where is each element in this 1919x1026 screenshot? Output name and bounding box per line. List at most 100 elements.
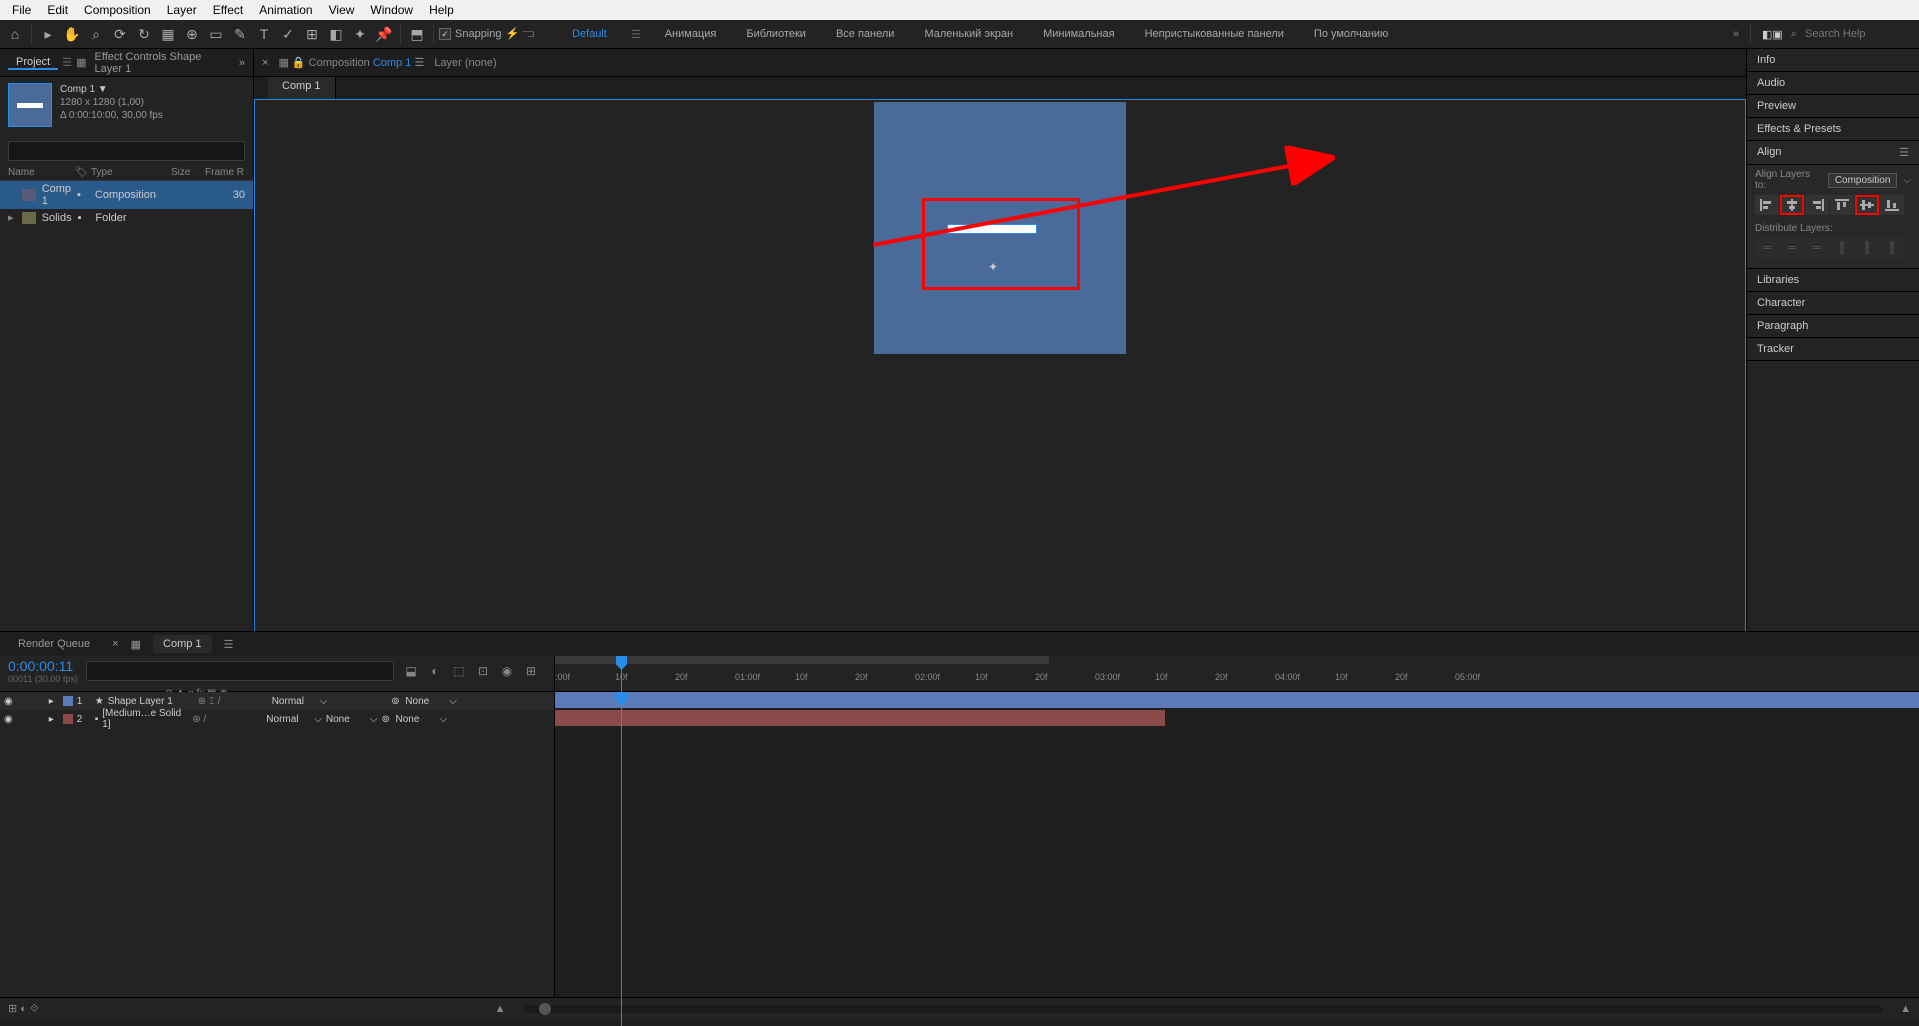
workspace-minimal[interactable]: Минимальная <box>1037 28 1121 41</box>
draft-3d-icon[interactable]: ◐ <box>426 662 444 680</box>
brush-tool-icon[interactable]: ✓ <box>277 23 299 45</box>
shy-icon[interactable]: ⬚ <box>450 662 468 680</box>
menu-edit[interactable]: Edit <box>39 3 76 17</box>
align-right-button[interactable] <box>1805 195 1829 215</box>
menu-help[interactable]: Help <box>421 3 462 17</box>
layer-row-1[interactable]: ◉ ▸ 1 ★ Shape Layer 1 ⊛ ⌶ / Normal⌵ ⊚ No… <box>0 692 554 710</box>
roto-tool-icon[interactable]: ✦ <box>349 23 371 45</box>
workspace-small-screen[interactable]: Маленький экран <box>918 28 1019 41</box>
panel-audio[interactable]: Audio <box>1747 72 1919 95</box>
flowchart-icon[interactable]: ▦ <box>278 57 291 69</box>
graph-editor-icon[interactable]: ⊞ <box>522 662 540 680</box>
menu-animation[interactable]: Animation <box>251 3 320 17</box>
clone-tool-icon[interactable]: ⊞ <box>301 23 323 45</box>
shape-layer-rect[interactable] <box>947 224 1037 234</box>
workspace-libraries[interactable]: Библиотеки <box>740 28 812 41</box>
eraser-tool-icon[interactable]: ◧ <box>325 23 347 45</box>
layer-row-2[interactable]: ◉ ▸ 2 ▪ [Medium…e Solid 1] ⊛ / Normal⌵ N… <box>0 710 554 728</box>
layer-color-icon[interactable] <box>63 714 73 724</box>
menu-effect[interactable]: Effect <box>205 3 251 17</box>
workspace-overflow-icon[interactable]: » <box>1733 28 1739 40</box>
timeline-tracks-area[interactable] <box>555 692 1919 997</box>
project-search-input[interactable] <box>8 141 245 161</box>
comp-mini-flowchart-icon[interactable]: ⬓ <box>402 662 420 680</box>
camera-tool-icon[interactable]: ▦ <box>157 23 179 45</box>
tab-close-icon[interactable]: × <box>112 638 118 650</box>
workspace-all-panels[interactable]: Все панели <box>830 28 900 41</box>
visibility-toggle-icon[interactable]: ◉ <box>4 696 13 707</box>
layer-panel-label[interactable]: Layer (none) <box>434 57 496 69</box>
motion-blur-icon[interactable]: ◉ <box>498 662 516 680</box>
col-frame-header[interactable]: Frame R <box>205 167 245 178</box>
asset-solids[interactable]: ▸ Solids ▪ Folder <box>0 209 253 226</box>
align-left-button[interactable] <box>1755 195 1779 215</box>
tab-render-queue[interactable]: Render Queue <box>8 635 100 653</box>
layer-color-icon[interactable] <box>63 696 73 706</box>
puppet-tool-icon[interactable]: 📌 <box>373 23 395 45</box>
panel-libraries[interactable]: Libraries <box>1747 269 1919 292</box>
shape-tool-icon[interactable]: ▭ <box>205 23 227 45</box>
panel-close-icon[interactable]: × <box>262 57 268 69</box>
align-bottom-button[interactable] <box>1880 195 1904 215</box>
tab-project[interactable]: Project <box>8 56 58 70</box>
toggle-switches-icon[interactable]: ⊞ ◐ ⟐ <box>8 1002 39 1016</box>
panel-align[interactable]: Align☰ <box>1747 141 1919 165</box>
composition-canvas[interactable]: ✦ <box>874 102 1126 354</box>
align-horizontal-center-button[interactable] <box>1780 195 1804 215</box>
panel-info[interactable]: Info <box>1747 49 1919 72</box>
align-target-dropdown[interactable]: Composition <box>1828 173 1898 188</box>
asset-comp1[interactable]: Comp 1 ▪ Composition 30 <box>0 181 253 209</box>
align-top-button[interactable] <box>1830 195 1854 215</box>
workspace-default[interactable]: Default <box>566 28 613 41</box>
layer-bar-1[interactable] <box>555 692 1919 708</box>
layer-bar-2[interactable] <box>555 710 1165 726</box>
menu-view[interactable]: View <box>321 3 363 17</box>
tab-timeline-comp1[interactable]: Comp 1 <box>153 635 212 653</box>
menu-file[interactable]: File <box>4 3 39 17</box>
frame-blend-icon[interactable]: ⊡ <box>474 662 492 680</box>
panel-paragraph[interactable]: Paragraph <box>1747 315 1919 338</box>
sync-icon[interactable]: ◧▣ <box>1762 28 1783 41</box>
panel-character[interactable]: Character <box>1747 292 1919 315</box>
panel-preview[interactable]: Preview <box>1747 95 1919 118</box>
timeline-search-input[interactable] <box>86 661 394 681</box>
search-help-input[interactable] <box>1805 28 1905 40</box>
col-name-header[interactable]: Name <box>8 167 75 178</box>
home-icon[interactable]: ⌂ <box>4 23 26 45</box>
snapping-toggle[interactable]: ✓ Snapping ⚡ ⫎ <box>439 27 534 41</box>
zoom-tool-icon[interactable]: ⌕ <box>85 23 107 45</box>
panel-overflow-icon[interactable]: » <box>239 57 245 69</box>
timeline-timecode[interactable]: 0:00:00:11 <box>8 658 78 674</box>
align-panel-menu-icon[interactable]: ☰ <box>1899 146 1909 159</box>
type-tool-icon[interactable]: T <box>253 23 275 45</box>
anchor-point-icon[interactable]: ✦ <box>988 262 998 272</box>
hand-tool-icon[interactable]: ✋ <box>61 23 83 45</box>
local-axis-icon[interactable]: ⬒ <box>406 23 428 45</box>
align-vertical-center-button[interactable] <box>1855 195 1879 215</box>
col-size-header[interactable]: Size <box>171 167 205 178</box>
workspace-default-ru[interactable]: По умолчанию <box>1308 28 1394 41</box>
panel-effects-presets[interactable]: Effects & Presets <box>1747 118 1919 141</box>
menu-composition[interactable]: Composition <box>76 3 159 17</box>
pan-behind-tool-icon[interactable]: ⊕ <box>181 23 203 45</box>
comp-thumbnail[interactable] <box>8 83 52 127</box>
playhead-line[interactable] <box>621 692 622 997</box>
comp-tab-comp1[interactable]: Comp 1 <box>268 77 336 99</box>
col-type-header[interactable]: Type <box>91 167 171 178</box>
tab-effect-controls[interactable]: Effect Controls Shape Layer 1 <box>87 51 239 75</box>
snapping-options-icon[interactable]: ⚡ ⫎ <box>506 27 534 41</box>
timeline-ruler[interactable] <box>555 656 1919 672</box>
pen-tool-icon[interactable]: ✎ <box>229 23 251 45</box>
zoom-in-icon[interactable]: ▲ <box>1900 1003 1911 1015</box>
snapping-checkbox-icon[interactable]: ✓ <box>439 28 451 40</box>
rotation-tool-icon[interactable]: ↻ <box>133 23 155 45</box>
menu-layer[interactable]: Layer <box>159 3 205 17</box>
selection-tool-icon[interactable]: ▸ <box>37 23 59 45</box>
workspace-animation[interactable]: Анимация <box>659 28 723 41</box>
timeline-zoom-slider[interactable] <box>524 1005 1883 1013</box>
orbit-tool-icon[interactable]: ⟳ <box>109 23 131 45</box>
workspace-undocked[interactable]: Непристыкованные панели <box>1139 28 1290 41</box>
panel-tracker[interactable]: Tracker <box>1747 338 1919 361</box>
visibility-toggle-icon[interactable]: ◉ <box>4 714 13 725</box>
menu-window[interactable]: Window <box>362 3 421 17</box>
